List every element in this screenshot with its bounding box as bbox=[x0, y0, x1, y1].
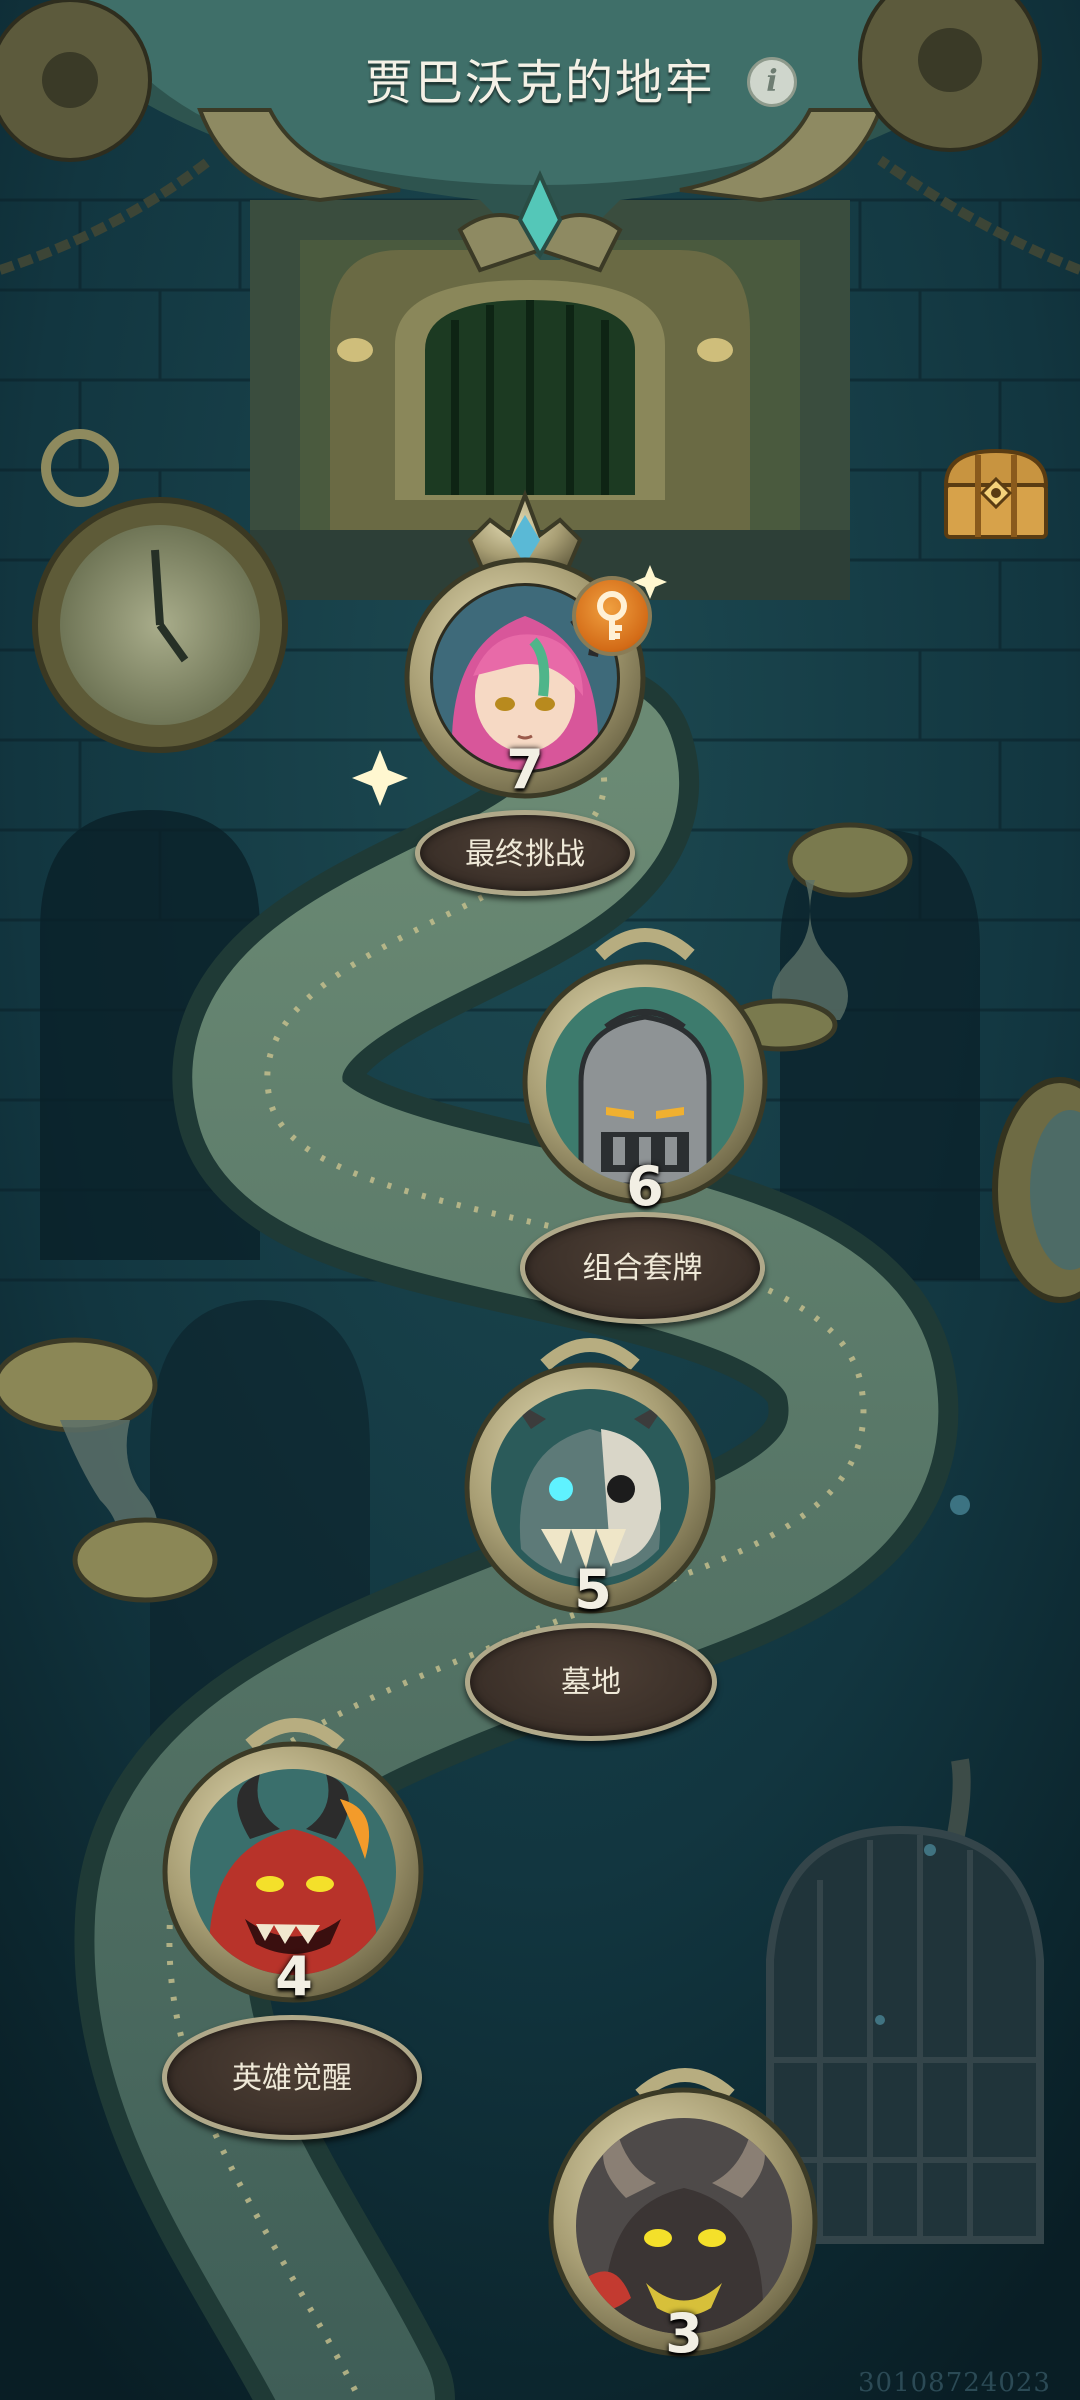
stage-number: 5 bbox=[574, 1558, 612, 1621]
stage-label-plate: 英雄觉醒 bbox=[162, 2015, 422, 2140]
watermark-id: 30108724023 bbox=[858, 2368, 1051, 2398]
stage-number: 7 bbox=[506, 738, 544, 801]
info-icon[interactable]: i bbox=[747, 57, 797, 107]
stage-node-3[interactable]: 3 bbox=[548, 2090, 820, 2400]
stage-number: 6 bbox=[626, 1155, 664, 1218]
treasure-chest-icon[interactable] bbox=[938, 445, 1054, 545]
stage-label-plate: 墓地 bbox=[465, 1623, 717, 1741]
stage-label-plate: 最终挑战 bbox=[415, 810, 635, 896]
stage-label-plate: 组合套牌 bbox=[520, 1212, 765, 1324]
stage-node-5[interactable]: 5 墓地 bbox=[465, 1365, 720, 1750]
stage-node-4[interactable]: 4 英雄觉醒 bbox=[162, 1745, 424, 2145]
dungeon-title: 贾巴沃克的地牢 bbox=[364, 55, 715, 111]
stage-number: 4 bbox=[275, 1945, 313, 2008]
stage-number: 3 bbox=[665, 2302, 703, 2365]
stage-node-6[interactable]: 6 组合套牌 bbox=[520, 960, 770, 1335]
key-icon bbox=[572, 576, 652, 656]
